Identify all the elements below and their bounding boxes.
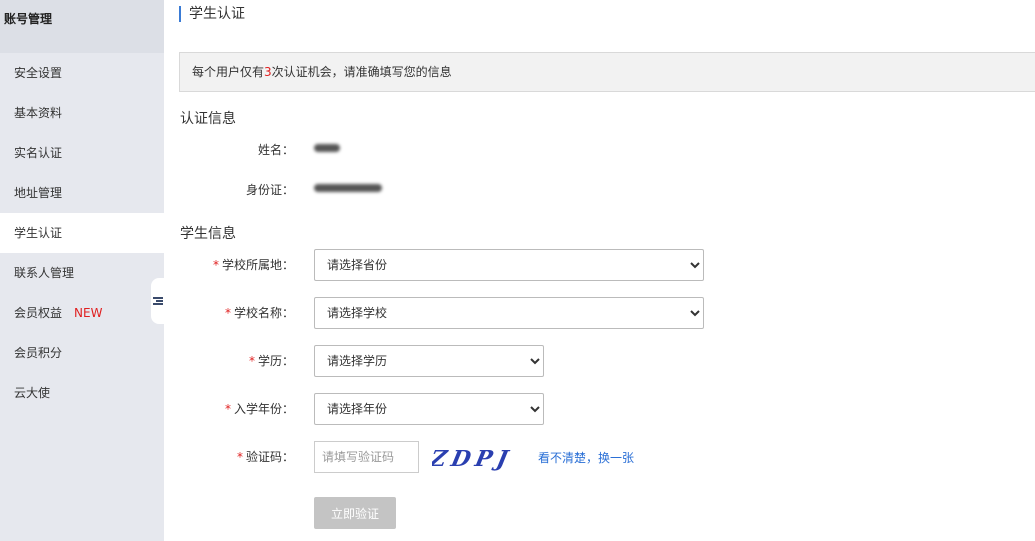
sidebar-item-label: 联系人管理 (14, 266, 75, 280)
name-value-redacted (314, 144, 340, 152)
sidebar-item-student-auth[interactable]: 学生认证 (0, 213, 164, 253)
sidebar-item-label: 会员权益 (14, 306, 63, 320)
sidebar-item-profile[interactable]: 基本资料 (0, 93, 164, 133)
required-mark: * (212, 258, 219, 272)
id-value-redacted (314, 184, 382, 192)
captcha-input[interactable] (314, 441, 419, 473)
sidebar-item-label: 地址管理 (14, 186, 63, 200)
notice-count: 3 (264, 65, 272, 79)
page-title: 学生认证 (179, 6, 245, 22)
education-label: * 学历： (248, 354, 294, 368)
notice-prefix: 每个用户仅有 (192, 65, 265, 79)
enroll-year-select[interactable]: 请选择年份 (314, 393, 544, 425)
sidebar-item-label: 学生认证 (14, 226, 63, 240)
collapse-icon (152, 297, 163, 305)
school-region-label: * 学校所属地： (212, 258, 294, 272)
svg-text:ZDPJ: ZDPJ (432, 446, 514, 472)
school-region-select[interactable]: 请选择省份 (314, 249, 704, 281)
captcha-label: * 验证码： (236, 450, 294, 464)
sidebar-item-label: 实名认证 (14, 146, 63, 160)
required-mark: * (224, 402, 231, 416)
enroll-year-label: * 入学年份： (224, 402, 294, 416)
student-info-title: 学生信息 (180, 226, 236, 242)
required-mark: * (236, 450, 243, 464)
sidebar-item-real-name[interactable]: 实名认证 (0, 133, 164, 173)
sidebar-item-member-benefits[interactable]: 会员权益 NEW (0, 293, 164, 333)
school-name-select[interactable]: 请选择学校 (314, 297, 704, 329)
sidebar-item-contacts[interactable]: 联系人管理 (0, 253, 164, 293)
auth-info-title: 认证信息 (180, 111, 236, 127)
sidebar-collapse-toggle[interactable] (151, 278, 164, 324)
notice-suffix: 次认证机会，请准确填写您的信息 (271, 65, 452, 79)
new-badge: NEW (74, 306, 103, 320)
sidebar-item-member-points[interactable]: 会员积分 (0, 333, 164, 373)
sidebar-item-security[interactable]: 安全设置 (0, 53, 164, 93)
sidebar-item-label: 会员积分 (14, 346, 63, 360)
sidebar-item-ambassador[interactable]: 云大使 (0, 373, 164, 413)
sidebar-item-label: 基本资料 (14, 106, 63, 120)
sidebar: 账号管理 安全设置 基本资料 实名认证 地址管理 学生认证 联系人管理 会员权益… (0, 0, 164, 541)
sidebar-item-label: 安全设置 (14, 66, 63, 80)
school-name-label: * 学校名称： (224, 306, 294, 320)
id-label: 身份证： (245, 183, 294, 197)
captcha-image[interactable]: ZDPJ (432, 442, 514, 472)
main-content: 学生认证 每个用户仅有3次认证机会，请准确填写您的信息 认证信息 姓名： 身份证… (164, 0, 1035, 541)
sidebar-item-address[interactable]: 地址管理 (0, 173, 164, 213)
sidebar-item-label: 云大使 (14, 386, 51, 400)
required-mark: * (248, 354, 255, 368)
name-label: 姓名： (257, 143, 294, 157)
notice-banner: 每个用户仅有3次认证机会，请准确填写您的信息 (179, 52, 1035, 92)
education-select[interactable]: 请选择学历 (314, 345, 544, 377)
sidebar-header: 账号管理 (0, 0, 164, 53)
captcha-refresh-link[interactable]: 看不清楚，换一张 (538, 449, 634, 466)
required-mark: * (224, 306, 231, 320)
submit-verify-button[interactable]: 立即验证 (314, 497, 396, 529)
